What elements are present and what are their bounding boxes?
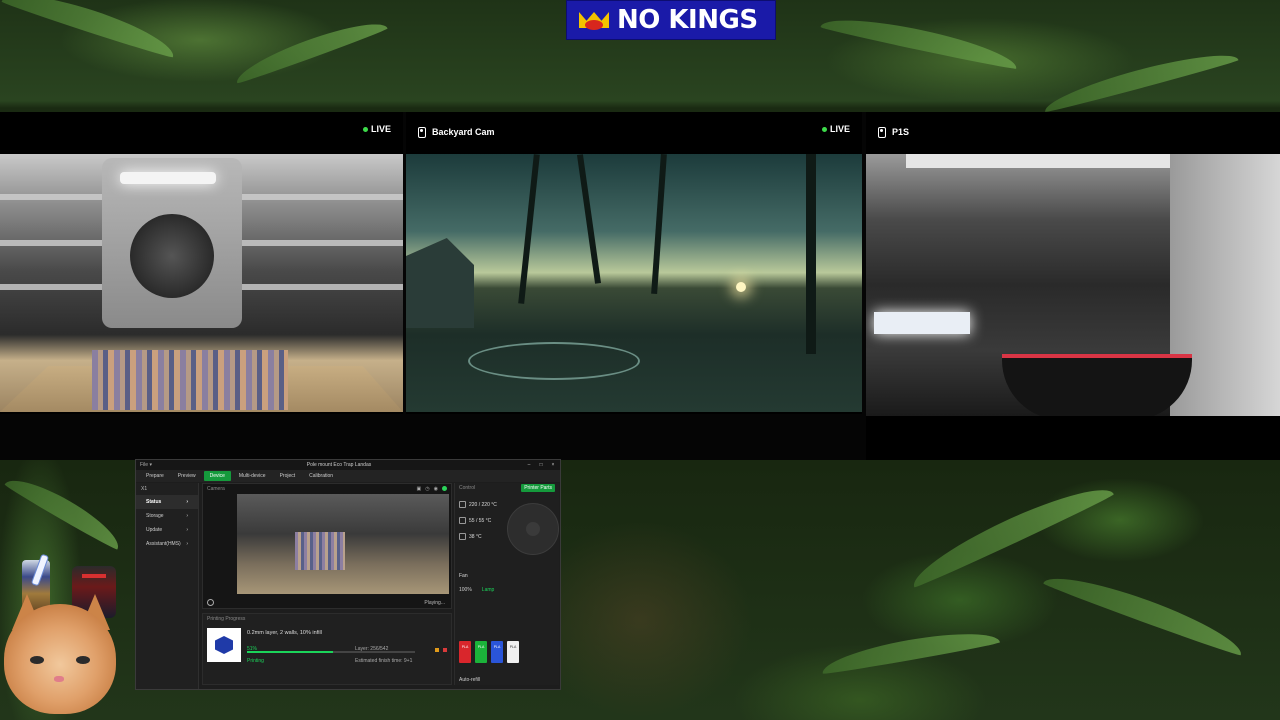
sidebar-item-assistant[interactable]: Assistant(HMS) › — [136, 537, 198, 551]
playback-status: Playing... — [424, 600, 445, 606]
snapshot-icon[interactable]: ◉ — [434, 486, 438, 492]
main-nav: Prepare Preview Device Multi-device Proj… — [136, 470, 560, 482]
tab-project[interactable]: Project — [274, 471, 302, 481]
camera-title: P1S — [892, 127, 910, 137]
bambu-studio-window[interactable]: File ▾ Pole mount Eco Trap Landas – □ × … — [135, 459, 561, 690]
sidebar-item-status[interactable]: Status › — [136, 495, 198, 509]
live-dot-icon — [821, 126, 827, 132]
camera-pane-p1s[interactable]: P1S — [866, 112, 1280, 460]
ams-slots: PLA PLA PLA PLA — [459, 641, 519, 663]
job-name: 0.2mm layer, 2 walls, 10% infill — [247, 630, 322, 636]
model-thumbnail — [207, 628, 241, 662]
cube-icon — [215, 636, 233, 654]
camera-header: LIVE — [0, 112, 403, 152]
record-icon[interactable]: ▣ — [417, 486, 422, 492]
minimize-icon[interactable]: – — [526, 462, 532, 468]
progress-fill — [247, 651, 333, 653]
camera-icon — [878, 126, 886, 138]
auto-refill-button[interactable]: Auto-refill — [459, 677, 480, 683]
camera-feed — [406, 154, 862, 412]
printer-parts-button[interactable]: Printer Parts — [521, 484, 555, 492]
bed-temp[interactable]: 55 / 55 °C — [459, 517, 491, 524]
live-indicator: LIVE — [362, 124, 391, 134]
axis-jog-control[interactable] — [507, 503, 559, 555]
ams-slot[interactable]: PLA — [491, 641, 503, 663]
tab-preview[interactable]: Preview — [172, 471, 202, 481]
camera-header: Backyard Cam LIVE — [406, 112, 862, 152]
device-sidebar: X1 Status › Storage › Update › Assistant(HM… — [136, 483, 199, 689]
estimated-finish: Estimated finish time: 9+1 — [355, 658, 413, 664]
window-titlebar: File ▾ Pole mount Eco Trap Landas – □ × — [136, 460, 560, 470]
camera-feed — [0, 154, 403, 412]
progress-bar — [247, 651, 415, 653]
camera-header: P1S — [866, 112, 1280, 152]
camera-controls: ▣ ◷ ◉ — [417, 486, 447, 492]
crown-icon — [579, 6, 609, 34]
tab-multi-device[interactable]: Multi-device — [233, 471, 272, 481]
printer-video — [237, 494, 449, 594]
printer-camera-panel: Camera ▣ ◷ ◉ Playing... — [202, 483, 452, 609]
fan-speed[interactable]: 100% — [459, 587, 472, 593]
live-dot-icon — [362, 126, 368, 132]
bed-icon — [459, 517, 466, 524]
stop-button[interactable] — [443, 648, 447, 652]
window-title: Pole mount Eco Trap Landas — [306, 462, 372, 468]
control-panel: Control Printer Parts 220 / 220 °C 55 / … — [454, 483, 559, 685]
control-title: Control — [459, 485, 476, 491]
print-state: Printing — [247, 658, 264, 664]
tab-prepare[interactable]: Prepare — [140, 471, 170, 481]
close-icon[interactable]: × — [550, 462, 556, 468]
timelapse-icon[interactable]: ◷ — [425, 486, 429, 492]
sidebar-item-update[interactable]: Update › — [136, 523, 198, 537]
tab-device[interactable]: Device — [203, 471, 231, 481]
chamber-temp[interactable]: 38 °C — [459, 533, 482, 540]
camera-feed — [866, 154, 1280, 416]
camera-led-icon[interactable] — [442, 486, 447, 491]
settings-icon[interactable] — [207, 599, 214, 606]
chamber-icon — [459, 533, 466, 540]
camera-pane-backyard[interactable]: Backyard Cam LIVE — [406, 112, 862, 414]
ams-slot[interactable]: PLA — [475, 641, 487, 663]
device-selector[interactable]: X1 — [136, 483, 198, 495]
ams-slot[interactable]: PLA — [459, 641, 471, 663]
progress-title: Printing Progress — [207, 616, 246, 622]
nozzle-icon — [459, 501, 466, 508]
nozzle-temp[interactable]: 220 / 220 °C — [459, 501, 497, 508]
camera-icon — [418, 126, 426, 138]
logo-text: NO KINGS — [617, 5, 758, 35]
live-label: LIVE — [370, 124, 391, 134]
sidebar-item-storage[interactable]: Storage › — [136, 509, 198, 523]
printing-progress-panel: Printing Progress 0.2mm layer, 2 walls, … — [202, 613, 452, 685]
cat-avatar — [0, 594, 132, 720]
file-menu[interactable]: File ▾ — [140, 462, 152, 468]
camera-title: Backyard Cam — [432, 127, 495, 137]
live-indicator: LIVE — [821, 124, 850, 134]
maximize-icon[interactable]: □ — [538, 462, 544, 468]
live-label: LIVE — [829, 124, 850, 134]
ams-slot[interactable]: PLA — [507, 641, 519, 663]
no-kings-logo: NO KINGS — [566, 0, 776, 40]
pause-button[interactable] — [435, 648, 439, 652]
camera-label: Camera — [207, 486, 225, 492]
tab-calibration[interactable]: Calibration — [303, 471, 339, 481]
fan-label: Fan — [459, 573, 468, 579]
camera-pane-1[interactable]: LIVE — [0, 112, 403, 414]
lamp-toggle[interactable]: Lamp — [482, 587, 495, 593]
